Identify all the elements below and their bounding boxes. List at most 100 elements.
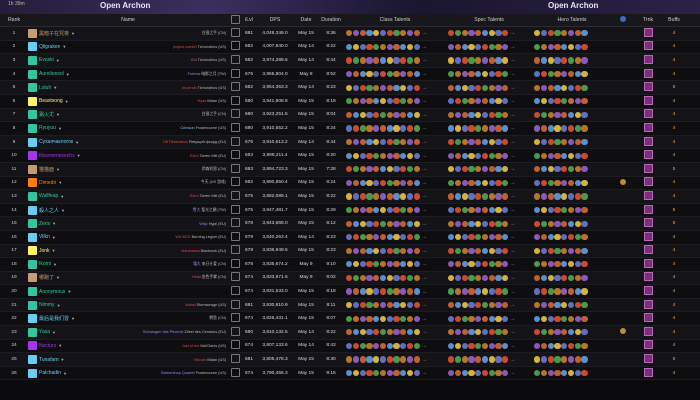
talent-icon[interactable] <box>495 315 502 322</box>
talent-icon[interactable] <box>393 342 400 350</box>
talent-icon[interactable] <box>495 234 502 241</box>
talent-icon[interactable] <box>352 302 359 309</box>
talent-icon[interactable] <box>461 342 468 350</box>
talent-icon[interactable] <box>567 30 575 37</box>
talent-icon[interactable] <box>561 288 568 295</box>
table-row[interactable]: 16 Vilkn ▼ WICKED Burning Legion (EU) 67… <box>0 230 700 245</box>
trinket-cell[interactable] <box>634 40 662 55</box>
chevron-down-icon[interactable]: ▼ <box>62 44 66 49</box>
talent-icon[interactable] <box>488 302 495 309</box>
talent-icon[interactable] <box>475 166 482 173</box>
talent-icon[interactable] <box>366 288 373 295</box>
trinket-icon[interactable] <box>643 82 653 92</box>
guild-name[interactable]: 霜大 <box>193 262 201 266</box>
log-link-icon[interactable] <box>230 245 240 255</box>
talent-icon[interactable] <box>352 342 359 350</box>
guild-name[interactable]: Echo <box>190 154 199 158</box>
talent-icon[interactable] <box>540 261 547 268</box>
talent-icon[interactable] <box>448 30 455 37</box>
talent-icon[interactable] <box>373 315 380 322</box>
talent-icon[interactable] <box>366 138 373 146</box>
talent-icon[interactable] <box>561 193 568 200</box>
talent-icon[interactable] <box>448 261 455 268</box>
talent-icon[interactable] <box>413 43 420 50</box>
logs-cell[interactable] <box>228 203 242 218</box>
talent-icon[interactable] <box>407 138 414 146</box>
logs-cell[interactable] <box>228 216 242 231</box>
talent-icon[interactable] <box>413 125 420 132</box>
talent-icon[interactable] <box>495 220 502 227</box>
talent-icon[interactable] <box>413 138 420 146</box>
talent-icon[interactable] <box>540 43 547 50</box>
talent-icon[interactable] <box>540 98 547 105</box>
trinket-cell[interactable] <box>634 339 662 354</box>
talent-icon[interactable] <box>547 356 554 363</box>
talent-icon[interactable] <box>547 342 554 350</box>
table-row[interactable]: 12 Dimedri ▼ 今天 (US 游戏) 682 3,890,850.4 … <box>0 176 700 191</box>
talent-icon[interactable] <box>561 166 568 173</box>
talent-icon[interactable] <box>454 43 461 50</box>
talent-icon[interactable] <box>534 179 541 186</box>
talent-icon[interactable] <box>407 193 414 200</box>
talent-icon[interactable] <box>495 261 502 268</box>
talent-icon[interactable] <box>346 43 353 50</box>
talent-icon[interactable] <box>366 261 373 268</box>
talent-icon[interactable] <box>581 315 588 322</box>
table-row[interactable]: 8 Ryuyuu ▼ Crimson Frostmourne (US) 680 … <box>0 121 700 136</box>
guild-name[interactable]: incorrolo <box>182 86 197 90</box>
talent-icon[interactable] <box>359 302 366 309</box>
trinket-icon[interactable] <box>643 109 653 119</box>
talent-icon[interactable] <box>461 70 468 78</box>
talent-icon[interactable] <box>393 220 400 227</box>
talent-icon[interactable] <box>475 43 482 50</box>
talent-icon[interactable] <box>359 329 366 336</box>
talent-icon[interactable] <box>534 30 541 37</box>
header-name[interactable]: Name <box>28 14 228 27</box>
talent-icon[interactable] <box>468 138 475 146</box>
talent-icon[interactable] <box>346 57 353 64</box>
talent-icon[interactable] <box>547 125 554 132</box>
talent-icon[interactable] <box>359 370 366 377</box>
talent-icon[interactable] <box>475 274 482 282</box>
guild-realm[interactable]: project comb0 Tichondrius (US) <box>173 45 228 49</box>
talent-icon[interactable] <box>534 261 541 268</box>
talent-icon[interactable] <box>346 234 353 241</box>
log-link-icon[interactable] <box>230 190 240 200</box>
talent-icon[interactable] <box>407 234 414 241</box>
talent-icon[interactable] <box>454 57 461 64</box>
talent-icon[interactable] <box>393 152 400 159</box>
talent-icon[interactable] <box>488 70 495 78</box>
trinket-cell[interactable] <box>634 257 662 272</box>
talent-icon[interactable] <box>386 342 393 350</box>
talent-icon[interactable] <box>488 98 495 105</box>
talent-icon[interactable] <box>495 274 502 282</box>
talent-icon[interactable] <box>547 206 554 214</box>
talent-icon[interactable] <box>386 206 393 214</box>
talent-icon[interactable] <box>481 288 489 295</box>
talent-icon[interactable] <box>454 288 461 295</box>
talent-icon[interactable] <box>547 43 554 50</box>
trinket-icon[interactable] <box>643 27 653 37</box>
talent-icon[interactable] <box>454 302 461 309</box>
talent-icon[interactable] <box>454 356 461 363</box>
talent-icon[interactable] <box>540 247 547 254</box>
talent-icon[interactable] <box>393 206 400 214</box>
logs-cell[interactable] <box>228 325 242 340</box>
talent-icon[interactable] <box>400 288 407 295</box>
talent-icon[interactable] <box>379 84 387 91</box>
talent-icon[interactable] <box>547 329 554 336</box>
header-duration[interactable]: Duration <box>318 14 344 27</box>
talent-icon[interactable] <box>346 179 353 186</box>
talent-icon[interactable] <box>393 247 400 254</box>
talent-icon[interactable] <box>393 234 400 241</box>
talent-icon[interactable] <box>574 315 581 322</box>
trinket-icon[interactable] <box>643 326 653 336</box>
talent-icon[interactable] <box>366 152 373 159</box>
table-row[interactable]: 20 Anonymous ▼ 674 3,831,533.0 May 15 8:… <box>0 284 700 299</box>
talent-icon[interactable] <box>567 98 575 105</box>
talent-icon[interactable] <box>379 166 387 173</box>
talent-icon[interactable] <box>454 329 461 336</box>
talent-icon[interactable] <box>400 302 407 309</box>
trinket-cell[interactable] <box>634 298 662 313</box>
talent-icon[interactable] <box>574 247 581 254</box>
